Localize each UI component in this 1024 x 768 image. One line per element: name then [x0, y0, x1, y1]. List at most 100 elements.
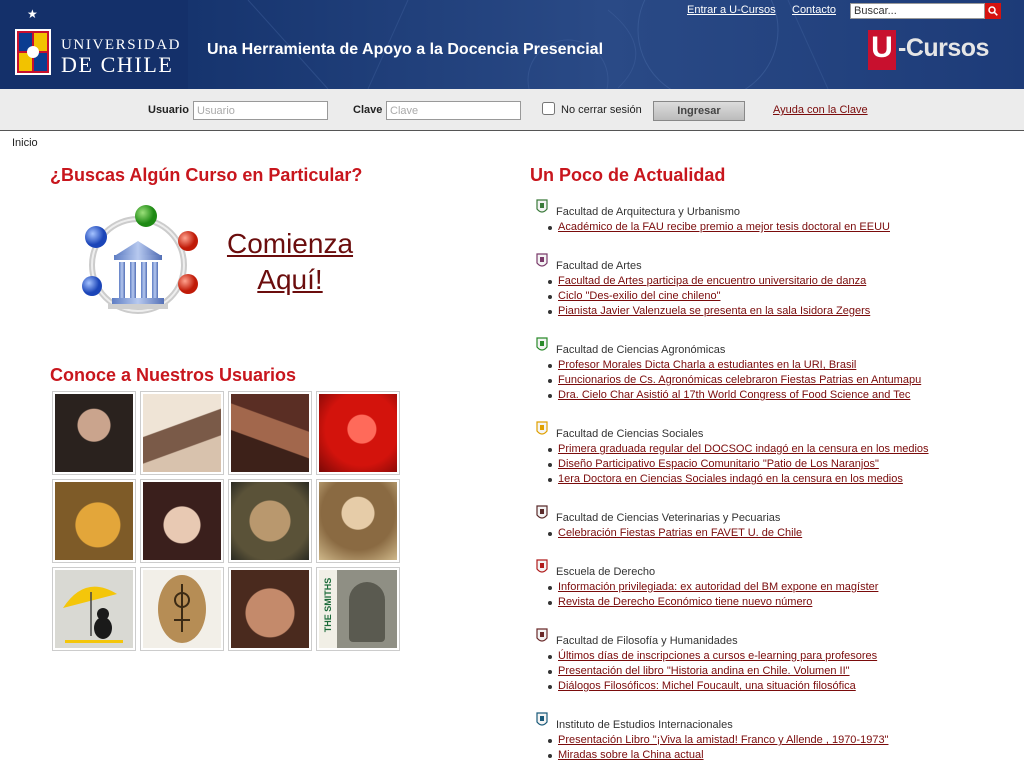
bullet-icon	[548, 394, 552, 398]
faculty-name: Facultad de Filosofía y Humanidades	[556, 635, 738, 647]
faculty-name: Facultad de Arquitectura y Urbanismo	[556, 206, 741, 218]
site-header: ★ UNIVERSIDAD DE CHILE Una Herramienta d…	[0, 0, 1024, 89]
bullet-icon	[548, 586, 552, 590]
bullet-icon	[548, 532, 552, 536]
bullet-icon	[548, 463, 552, 467]
user-photo-3[interactable]	[228, 391, 312, 475]
crest-icon	[534, 252, 550, 268]
bullet-icon	[548, 310, 552, 314]
news-heading: Un Poco de Actualidad	[530, 165, 726, 185]
building-crest-icon	[534, 198, 550, 214]
password-label: Clave	[353, 104, 383, 116]
password-help-link[interactable]: Ayuda con la Clave	[773, 104, 868, 116]
university-logo[interactable]: ★ UNIVERSIDAD DE CHILE	[0, 0, 188, 89]
news-link[interactable]: Profesor Morales Dicta Charla a estudian…	[558, 359, 856, 371]
news-link[interactable]: Presentación Libro "¡Viva la amistad! Fr…	[558, 734, 888, 746]
bullet-icon	[548, 685, 552, 689]
login-link[interactable]: Entrar a U-Cursos	[687, 4, 776, 16]
bullet-icon	[548, 655, 552, 659]
bullet-icon	[548, 226, 552, 230]
user-photo-5[interactable]	[52, 479, 136, 563]
bullet-icon	[548, 280, 552, 284]
rune-stone-icon	[158, 575, 206, 643]
search-icon	[988, 6, 998, 16]
umbrella-cat-icon	[63, 586, 123, 643]
news-link[interactable]: Últimos días de inscripciones a cursos e…	[558, 650, 877, 662]
news-link[interactable]: Funcionarios de Cs. Agronómicas celebrar…	[558, 374, 921, 386]
user-photo-1[interactable]	[52, 391, 136, 475]
news-link[interactable]: Dra. Cielo Char Asistió al 17th World Co…	[558, 389, 910, 401]
username-input[interactable]	[193, 101, 328, 120]
news-link[interactable]: Revista de Derecho Económico tiene nuevo…	[558, 596, 812, 608]
ucursos-logo[interactable]: U -Cursos	[868, 30, 998, 70]
bullet-icon	[548, 478, 552, 482]
start-here-link[interactable]: Comienza Aquí!	[200, 226, 380, 298]
news-link[interactable]: Información privilegiada: ex autoridad d…	[558, 581, 878, 593]
user-photo-4[interactable]	[316, 391, 400, 475]
faculty-name: Escuela de Derecho	[556, 566, 656, 578]
bullet-icon	[548, 364, 552, 368]
password-input[interactable]	[386, 101, 521, 120]
law-crest-icon	[534, 558, 550, 574]
bullet-icon	[548, 754, 552, 758]
bullet-icon	[548, 295, 552, 299]
login-button[interactable]: Ingresar	[653, 101, 745, 121]
remember-checkbox[interactable]	[542, 102, 555, 115]
university-name-line2: DE CHILE	[61, 52, 174, 77]
globe-icon	[534, 711, 550, 727]
contact-link[interactable]: Contacto	[792, 4, 836, 16]
breadcrumb[interactable]: Inicio	[12, 137, 38, 149]
remember-label: No cerrar sesión	[561, 104, 642, 116]
site-tagline: Una Herramienta de Apoyo a la Docencia P…	[207, 41, 604, 58]
agro-icon	[534, 336, 550, 352]
user-label: Usuario	[148, 104, 189, 116]
philosophy-icon	[534, 627, 550, 643]
news-link[interactable]: Presentación del libro "Historia andina …	[558, 665, 850, 677]
login-bar: Usuario Clave No cerrar sesión Ingresar …	[0, 89, 1024, 131]
faculty-name: Facultad de Ciencias Agronómicas	[556, 344, 726, 356]
news-link[interactable]: Diseño Participativo Espacio Comunitario…	[558, 458, 879, 470]
user-photo-7[interactable]	[228, 479, 312, 563]
cs-icon	[534, 420, 550, 436]
start-here-line2: Aquí!	[257, 264, 323, 295]
user-photo-8[interactable]	[316, 479, 400, 563]
news-link[interactable]: Ciclo "Des-exilio del cine chileno"	[558, 290, 721, 302]
star-icon: ★	[27, 7, 38, 21]
vet-icon	[534, 504, 550, 520]
smiths-text: THE SMITHS	[323, 577, 333, 633]
user-photo-12[interactable]: THE SMITHS	[316, 567, 400, 651]
search-button[interactable]	[985, 3, 1001, 19]
ucursos-logo-text: -Cursos	[898, 34, 989, 62]
faculty-name: Instituto de Estudios Internacionales	[556, 719, 733, 731]
news-link[interactable]: Diálogos Filosóficos: Michel Foucault, u…	[558, 680, 856, 692]
course-search-heading: ¿Buscas Algún Curso en Particular?	[50, 165, 363, 185]
bullet-icon	[548, 670, 552, 674]
bullet-icon	[548, 379, 552, 383]
bullet-icon	[548, 601, 552, 605]
courses-graphic[interactable]	[78, 203, 198, 327]
ucursos-logo-mark: U	[868, 30, 896, 70]
users-heading: Conoce a Nuestros Usuarios	[50, 365, 297, 385]
news-link[interactable]: Facultad de Artes participa de encuentro…	[558, 275, 866, 287]
user-photo-6[interactable]	[140, 479, 224, 563]
news-link[interactable]: Pianista Javier Valenzuela se presenta e…	[558, 305, 870, 317]
faculty-name: Facultad de Artes	[556, 260, 642, 272]
start-here-line1: Comienza	[226, 228, 354, 259]
users-grid: THE SMITHS	[52, 391, 402, 653]
bullet-icon	[548, 739, 552, 743]
news-link[interactable]: Primera graduada regular del DOCSOC inda…	[558, 443, 929, 455]
news-link[interactable]: Celebración Fiestas Patrias en FAVET U. …	[558, 527, 802, 539]
faculty-name: Facultad de Ciencias Veterinarias y Pecu…	[556, 512, 781, 524]
news-link[interactable]: Miradas sobre la China actual	[558, 749, 704, 761]
news-link[interactable]: 1era Doctora en Ciencias Sociales indagó…	[558, 473, 903, 485]
user-photo-10[interactable]	[140, 567, 224, 651]
user-photo-9[interactable]	[52, 567, 136, 651]
user-photo-11[interactable]	[228, 567, 312, 651]
user-photo-2[interactable]	[140, 391, 224, 475]
university-name: UNIVERSIDAD DE CHILE	[61, 36, 181, 77]
bullet-icon	[548, 448, 552, 452]
search-input[interactable]	[850, 3, 985, 19]
crest-icon	[15, 29, 51, 75]
news-link[interactable]: Académico de la FAU recibe premio a mejo…	[558, 221, 890, 233]
faculty-name: Facultad de Ciencias Sociales	[556, 428, 704, 440]
